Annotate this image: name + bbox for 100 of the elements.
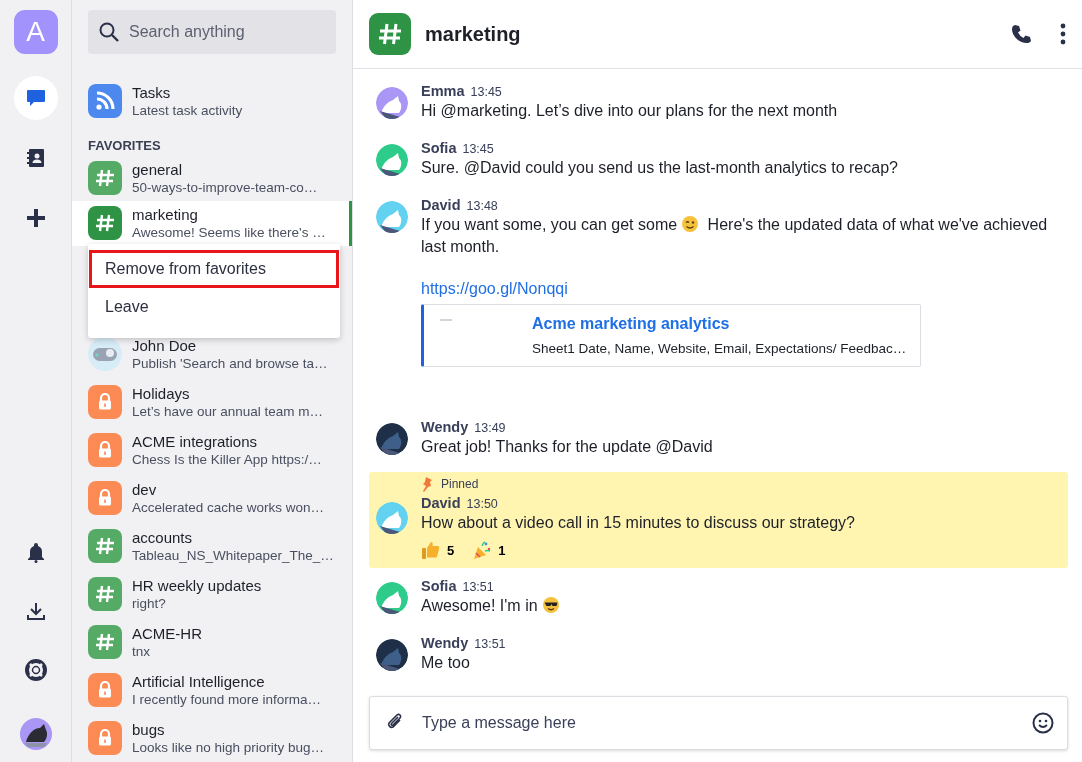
- chat-button[interactable]: [13, 76, 58, 120]
- reaction-button[interactable]: 5: [421, 540, 455, 560]
- channel-item[interactable]: HR weekly updates right?: [72, 570, 352, 618]
- last-message: Accelerated cache works won…: [132, 500, 325, 515]
- channel-name: general: [132, 161, 184, 178]
- timestamp: 13:45: [462, 142, 494, 156]
- lock-icon: [88, 385, 122, 419]
- thumbs-up-icon: [421, 540, 441, 560]
- channel-name: ACME integrations: [132, 433, 259, 450]
- channel-name: John Doe: [132, 337, 198, 354]
- lifebuoy-icon[interactable]: [24, 659, 47, 681]
- smiley-icon: [1032, 712, 1054, 734]
- last-message: Chess Is the Killer App https:/…: [132, 452, 322, 467]
- channel-title: marketing: [425, 22, 522, 46]
- message-text: Hi @marketing. Let’s dive into our plans for the next month: [421, 101, 838, 121]
- author-name: Wendy: [421, 635, 469, 651]
- message-text: Here's the updated data of what we've achieved: [707, 215, 1048, 235]
- hash-icon: [88, 161, 122, 195]
- search-field[interactable]: Search anything: [88, 10, 336, 54]
- channel-item[interactable]: Artificial Intelligence I recently found more informa…: [72, 666, 352, 714]
- hash-icon: [88, 529, 122, 563]
- user-avatar: [88, 337, 122, 371]
- last-message: right?: [132, 596, 167, 611]
- last-message: Let’s have our annual team m…: [132, 404, 324, 419]
- kebab-menu-icon: [1060, 23, 1066, 45]
- hash-icon: [88, 577, 122, 611]
- channel-name: HR weekly updates: [132, 577, 262, 594]
- add-icon: [24, 207, 47, 229]
- preview-text: Sheet1 Date, Name, Website, Email, Expectations/ Feedbac…: [532, 341, 907, 356]
- channel-item[interactable]: marketing Awesome! Seems like there's …: [72, 200, 352, 246]
- search-icon: [98, 21, 120, 43]
- download-icon[interactable]: [24, 600, 47, 622]
- chat-icon: [24, 87, 47, 109]
- last-message: Tableau_NS_Whitepaper_The_…: [132, 548, 334, 563]
- lock-icon: [88, 721, 122, 755]
- pin-icon: [421, 476, 433, 492]
- channel-name: ACME-HR: [132, 625, 202, 642]
- section-label: FAVORITES: [88, 138, 162, 154]
- channel-item[interactable]: Holidays Let’s have our annual team m…: [72, 378, 352, 426]
- last-message: tnx: [132, 644, 151, 659]
- last-message: Publish 'Search and browse ta…: [132, 356, 328, 371]
- message-text: Great job! Thanks for the update @David: [421, 437, 713, 457]
- winking-face-icon: [681, 215, 700, 233]
- last-message: 50-ways-to-improve-team-co…: [132, 180, 318, 195]
- message-text: Awesome! I'm in: [421, 596, 538, 616]
- author-name: David: [421, 495, 461, 511]
- channel-item[interactable]: bugs Looks like no high priority bug…: [72, 714, 352, 762]
- channel-name: bugs: [132, 721, 166, 738]
- lock-icon: [88, 673, 122, 707]
- more-button[interactable]: [1060, 23, 1066, 45]
- timestamp: 13:45: [470, 85, 502, 99]
- message-input[interactable]: Type a message here: [369, 696, 1068, 750]
- contacts-icon: [24, 147, 47, 169]
- author-name: David: [421, 197, 461, 213]
- channel-item[interactable]: ACME integrations Chess Is the Killer App https:/…: [72, 426, 352, 474]
- channel-name: Tasks: [132, 83, 172, 101]
- author-name: Sofia: [421, 140, 457, 156]
- app-logo: A: [13, 10, 58, 54]
- message-text: How about a video call in 15 minutes to discuss our strategy?: [421, 513, 855, 533]
- channel-item[interactable]: ACME-HR tnx: [72, 618, 352, 666]
- preview-title: Acme marketing analytics: [532, 315, 731, 333]
- menu-item[interactable]: Remove from favorites: [89, 250, 339, 288]
- timestamp: 13:49: [474, 421, 506, 435]
- timestamp: 13:48: [466, 199, 498, 213]
- channel-name: dev: [132, 481, 158, 498]
- channel-name: accounts: [132, 529, 194, 546]
- feed-item[interactable]: Tasks Latest task activity: [72, 78, 352, 124]
- link-preview-card[interactable]: Acme marketing analytics Sheet1 Date, Name, Website, Email, Expectations/ Feedbac…: [421, 304, 921, 367]
- last-message: Looks like no high priority bug…: [132, 740, 325, 755]
- party-popper-icon: [472, 540, 493, 560]
- pinned-label: Pinned: [441, 477, 479, 491]
- last-message: Latest task activity: [132, 102, 243, 118]
- last-message: Awesome! Seems like there's …: [132, 225, 326, 241]
- channel-name: marketing: [132, 206, 199, 224]
- channel-name: Artificial Intelligence: [132, 673, 266, 690]
- message-text: Me too: [421, 653, 470, 673]
- message-text: Sure. @David could you send us the last-month analytics to recap?: [421, 158, 898, 178]
- channel-item[interactable]: dev Accelerated cache works won…: [72, 474, 352, 522]
- hash-icon: [88, 625, 122, 659]
- phone-icon: [1010, 23, 1032, 45]
- message-text: last month.: [421, 237, 500, 257]
- author-name: Wendy: [421, 419, 469, 435]
- sunglasses-face-icon: [541, 596, 560, 614]
- reaction-button[interactable]: 1: [472, 540, 506, 560]
- timestamp: 13:51: [462, 580, 494, 594]
- timestamp: 13:50: [466, 497, 498, 511]
- message-text: If you want some, you can get some: [421, 215, 678, 235]
- emoji-button[interactable]: [1032, 712, 1054, 734]
- author-name: Sofia: [421, 578, 457, 594]
- channel-name: Holidays: [132, 385, 191, 402]
- feed-icon: [88, 83, 122, 118]
- timestamp: 13:51: [474, 637, 506, 651]
- call-button[interactable]: [1010, 23, 1032, 45]
- channel-item[interactable]: general 50-ways-to-improve-team-co…: [72, 155, 352, 201]
- lock-icon: [88, 481, 122, 515]
- hash-icon: [88, 206, 122, 241]
- author-name: Emma: [421, 83, 465, 99]
- channel-item[interactable]: accounts Tableau_NS_Whitepaper_The_…: [72, 522, 352, 570]
- link[interactable]: https://goo.gl/Nonqqi: [421, 280, 568, 298]
- user-avatar[interactable]: [19, 718, 52, 750]
